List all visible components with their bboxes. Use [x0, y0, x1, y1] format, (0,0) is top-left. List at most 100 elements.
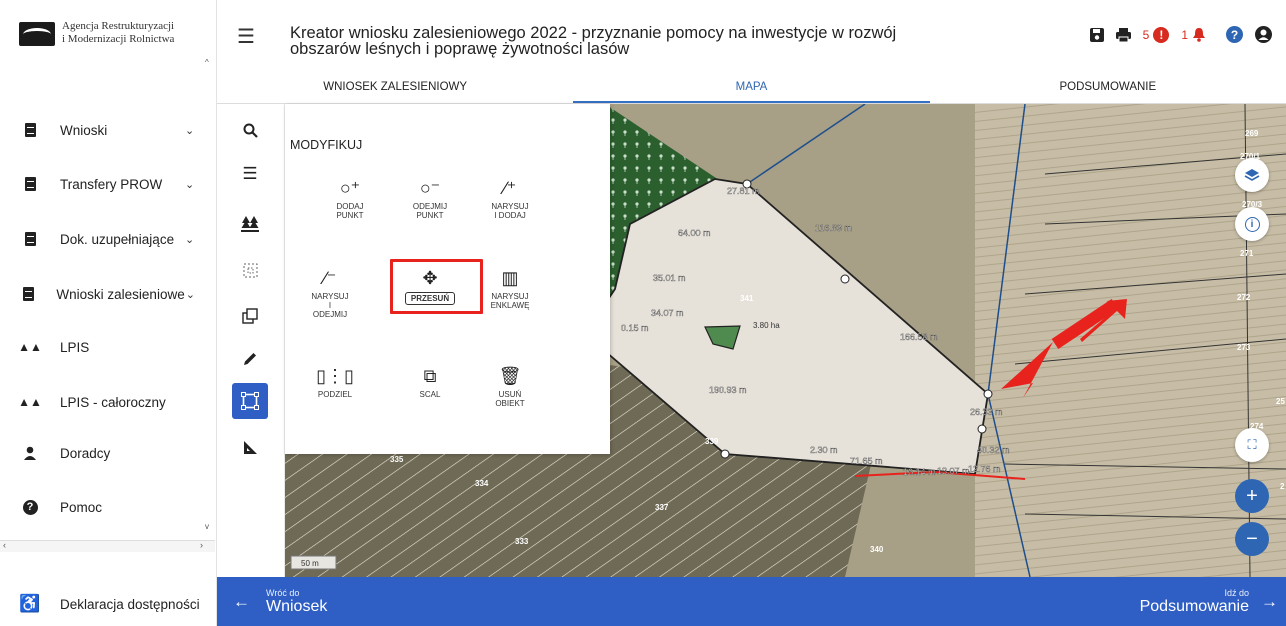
measure-icon[interactable] [232, 430, 268, 466]
cmd-label: OBIEKT [495, 399, 525, 408]
parcel-number-label: 272 [1237, 293, 1251, 302]
info-button[interactable]: i [1235, 207, 1269, 241]
sidebar-scrollbar[interactable]: ^ v [204, 58, 214, 531]
cmd-label: NARYSUJ [491, 202, 529, 211]
plus-icon: + [1246, 484, 1258, 507]
sidebar-item-pomoc[interactable]: ? Pomoc [0, 487, 205, 527]
select-area-icon[interactable] [232, 252, 268, 288]
merge-button[interactable]: ⧉ SCAL [390, 362, 470, 399]
segment-length-label: 34.07 m [651, 308, 684, 318]
parcel-number-label: 333 [515, 537, 529, 546]
sidebar-item-lpis-caloroczny[interactable]: ▲▲ LPIS - całoroczny [0, 382, 205, 422]
sidebar-item-label: Wnioski [60, 122, 108, 138]
forest-icon[interactable] [232, 206, 268, 242]
sidebar-item-doradcy[interactable]: Doradcy [0, 433, 205, 473]
document-icon [0, 287, 56, 301]
print-icon[interactable] [1115, 27, 1131, 42]
zoom-in-button[interactable]: + [1235, 479, 1269, 513]
add-point-icon: ○⁺ [339, 178, 361, 198]
edit-pencil-icon[interactable] [232, 341, 268, 377]
user-account-icon[interactable] [1255, 26, 1272, 43]
parcel-number-label: 334 [475, 479, 489, 488]
warnings-indicator[interactable]: 5 ! [1142, 26, 1170, 43]
parcel-number-label: 341 [740, 294, 754, 303]
arrow-left-icon: ← [233, 591, 250, 611]
cmd-label: ODEJMIJ [412, 202, 448, 211]
chevron-down-icon: ⌄ [185, 124, 195, 137]
sidebar-item-transfery-prow[interactable]: Transfery PROW ⌄ [0, 164, 205, 204]
accessibility-icon: ♿ [19, 594, 41, 613]
zoom-out-button[interactable]: − [1235, 522, 1269, 556]
parcel-number-label: 2 [1280, 482, 1285, 491]
segment-length-label: 71.65 m [850, 456, 883, 466]
sidebar-item-wnioski-zalesieniowe[interactable]: Wnioski zalesieniowe ⌄ [0, 274, 205, 314]
copy-geometry-icon[interactable] [232, 298, 268, 334]
tab-mapa[interactable]: MAPA [573, 78, 930, 103]
document-icon [0, 177, 60, 191]
segment-length-label: 166.58 m [900, 332, 938, 342]
sidebar-item-label: Transfery PROW [60, 176, 163, 192]
map-scale-label: 50 m [301, 559, 319, 568]
next-small-label: Idź do [1224, 587, 1249, 598]
parcel-number-label: 340 [870, 545, 884, 554]
fullscreen-button[interactable]: ⛶ [1235, 428, 1269, 462]
layers-icon [1244, 169, 1260, 181]
merge-icon: ⧉ [423, 366, 437, 386]
notifications-count: 1 [1181, 27, 1188, 42]
parcel-number-label: 339 [705, 437, 719, 446]
segment-length-label: 190.93 m [709, 385, 747, 395]
arimr-logo[interactable]: Agencja Restrukturyzacji i Modernizacji … [19, 20, 174, 46]
draw-add-button[interactable]: ∕⁺ NARYSUJ I DODAJ [470, 174, 550, 220]
segment-length-label: 64.00 m [678, 228, 711, 238]
parcel-number-label: 335 [390, 455, 404, 464]
person-icon [0, 446, 60, 460]
arimr-logo-mark [19, 22, 55, 46]
list-icon[interactable]: ☰ [232, 156, 268, 192]
cmd-label: PUNKT [336, 211, 364, 220]
tab-podsumowanie[interactable]: PODSUMOWANIE [930, 78, 1286, 103]
hamburger-menu-icon[interactable]: ☰ [237, 24, 255, 49]
parcel-number-label: 25 [1276, 397, 1285, 406]
draw-subtract-button[interactable]: ∕⁻ NARYSUJ I ODEJMIJ [290, 264, 370, 319]
back-button[interactable]: ← Wróć do Wniosek [217, 577, 327, 626]
search-icon[interactable] [232, 112, 268, 148]
arrow-right-icon: → [1261, 591, 1278, 611]
sidebar-item-label: Doradcy [60, 445, 111, 461]
save-icon[interactable] [1089, 27, 1104, 42]
sidebar-item-dok-uzupelniajace[interactable]: Dok. uzupełniające ⌄ [0, 219, 205, 259]
draw-subtract-icon: ∕⁻ [323, 268, 337, 288]
warnings-count: 5 [1142, 27, 1150, 42]
split-button[interactable]: ▯⋮▯ PODZIEL [295, 362, 375, 399]
footer-nav: ← Wróć do Wniosek Idź do Podsumowanie → [217, 577, 1286, 626]
segment-length-label: 12.76 m [968, 464, 1001, 474]
segment-length-label: 16.14 m [903, 467, 936, 477]
remove-point-icon: ○⁻ [419, 178, 441, 198]
header: ☰ Kreator wniosku zalesieniowego 2022 - … [217, 0, 1286, 78]
accessibility-declaration-link[interactable]: ♿ Deklaracja dostępności [0, 586, 217, 622]
chevron-down-icon: ⌄ [185, 288, 195, 301]
sidebar-item-lpis[interactable]: ▲▲ LPIS [0, 327, 205, 367]
remove-point-button[interactable]: ○⁻ ODEJMIJ PUNKT [390, 174, 470, 220]
sidebar-item-label: Wnioski zalesieniowe [56, 286, 185, 302]
tab-wniosek-zalesieniowy[interactable]: WNIOSEK ZALESIENIOWY [217, 78, 573, 103]
chevron-down-icon: ⌄ [185, 233, 195, 246]
page-title: Kreator wniosku zalesieniowego 2022 - pr… [290, 24, 897, 58]
cmd-label: PUNKT [416, 211, 444, 220]
sidebar-horizontal-scrollbar[interactable]: ‹ › [0, 540, 215, 552]
accessibility-label: Deklaracja dostępności [60, 596, 200, 612]
next-button[interactable]: Idź do Podsumowanie → [1140, 577, 1278, 626]
cmd-label: DODAJ [336, 202, 364, 211]
modify-geometry-icon[interactable] [232, 383, 268, 419]
tab-bar: WNIOSEK ZALESIENIOWY MAPA PODSUMOWANIE [217, 78, 1286, 104]
sidebar: Agencja Restrukturyzacji i Modernizacji … [0, 0, 217, 626]
layers-button[interactable] [1235, 158, 1269, 192]
sidebar-item-wnioski[interactable]: Wnioski ⌄ [0, 110, 205, 150]
notifications-indicator[interactable]: 1 [1181, 27, 1206, 42]
panel-title: MODYFIKUJ [290, 138, 363, 152]
warning-icon: ! [1153, 26, 1170, 43]
info-icon: i [1244, 216, 1260, 232]
help-icon[interactable]: ? [1226, 26, 1243, 43]
delete-object-button[interactable]: 🗑 USUŃ OBIEKT [470, 362, 550, 408]
cmd-label: I [328, 301, 332, 310]
add-point-button[interactable]: ○⁺ DODAJ PUNKT [310, 174, 390, 220]
